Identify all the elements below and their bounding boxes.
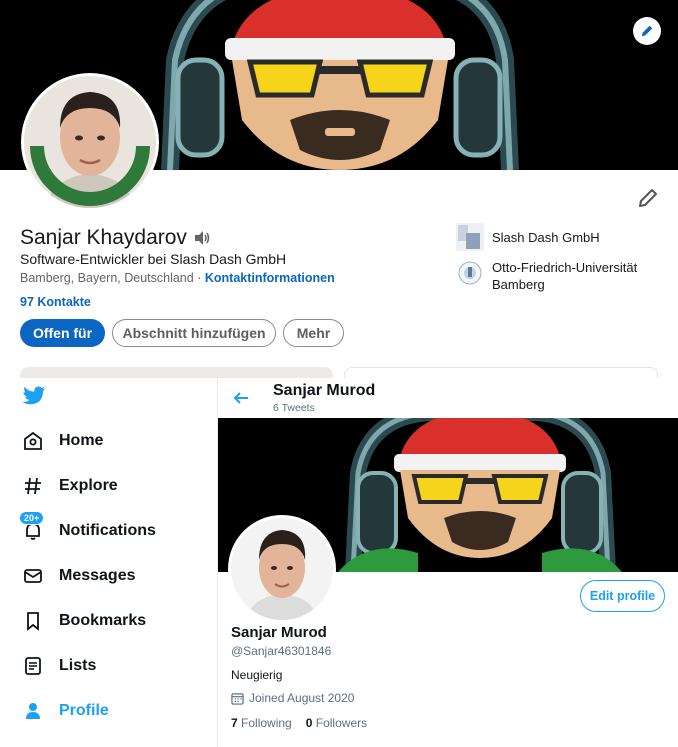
followers-label: Followers (315, 716, 368, 730)
profile-name: Sanjar Khaydarov (20, 226, 187, 249)
avatar-portrait (24, 76, 156, 208)
location-separator: · (197, 271, 202, 285)
nav-bookmarks[interactable]: Bookmarks (22, 610, 146, 632)
list-icon (22, 655, 44, 677)
linkedin-profile-panel: Sanjar Khaydarov Software-Entwickler bei… (0, 0, 678, 378)
followers-link[interactable]: 0 Followers (306, 716, 367, 730)
profile-bio: Neugierig (231, 668, 283, 682)
profile-handle: @Sanjar46301846 (231, 644, 332, 658)
follow-stats: 7 Following 0 Followers (231, 716, 367, 730)
nav-explore[interactable]: Explore (22, 475, 118, 497)
edit-cover-button[interactable] (633, 17, 661, 45)
profile-headline: Software-Entwickler bei Slash Dash GmbH (20, 251, 287, 267)
pencil-icon (641, 25, 653, 37)
following-link[interactable]: 7 Following (231, 716, 292, 730)
profile-display-name: Sanjar Murod (231, 624, 327, 641)
nav-messages[interactable]: Messages (22, 565, 136, 587)
name-pronunciation-speaker-icon[interactable] (193, 230, 211, 246)
edit-intro-pencil-icon[interactable] (636, 186, 660, 210)
nav-notifications-label: Notifications (59, 522, 156, 539)
nav-profile[interactable]: Profile (22, 700, 109, 722)
more-button[interactable]: Mehr (283, 319, 344, 347)
nav-bookmarks-label: Bookmarks (59, 612, 147, 629)
profile-location: Bamberg, Bayern, Deutschland (20, 271, 194, 285)
experience-education[interactable]: Otto-Friedrich-Universität Bamberg (456, 259, 642, 293)
nav-home-label: Home (59, 432, 104, 449)
following-label: Following (241, 716, 292, 730)
calendar-icon (231, 692, 244, 705)
profile-header-bar: Sanjar Murod 6 Tweets (218, 378, 678, 418)
nav-lists-label: Lists (59, 657, 97, 674)
avatar-portrait (231, 518, 333, 620)
back-arrow-icon[interactable] (232, 389, 250, 407)
nav-home[interactable]: Home (22, 430, 103, 452)
person-icon (22, 700, 44, 722)
followers-count: 0 (305, 716, 313, 730)
contacts-link[interactable]: 97 Kontakte (20, 295, 91, 309)
experience-company[interactable]: Slash Dash GmbH (456, 223, 600, 251)
header-tweet-count: 6 Tweets (273, 402, 315, 414)
add-section-button[interactable]: Abschnitt hinzufügen (112, 319, 276, 347)
linkedin-card-right (344, 367, 658, 378)
nav-explore-label: Explore (59, 477, 118, 494)
linkedin-profile-photo[interactable] (21, 73, 159, 211)
linkedin-name-row: Sanjar Khaydarov (20, 226, 211, 250)
nav-lists[interactable]: Lists (22, 655, 96, 677)
twitter-profile-column: Sanjar Murod 6 Tweets Edit profile Sanja… (217, 378, 678, 747)
nav-notifications[interactable]: 20+ Notifications (19, 511, 156, 542)
contact-info-link[interactable]: Kontaktinformationen (205, 271, 335, 285)
joined-date: Joined August 2020 (231, 691, 354, 705)
bell-icon: 20+ (19, 511, 45, 542)
open-to-button[interactable]: Offen für (20, 319, 105, 347)
nav-profile-label: Profile (59, 702, 109, 719)
header-profile-name: Sanjar Murod (273, 382, 376, 399)
company-name: Slash Dash GmbH (492, 229, 600, 245)
location-line: Bamberg, Bayern, Deutschland · Kontaktin… (20, 271, 335, 285)
linkedin-card-left (20, 367, 333, 378)
company-logo-icon (456, 223, 484, 251)
twitter-profile-panel: Home Explore 20+ Notifications Messages … (0, 378, 678, 747)
university-name: Otto-Friedrich-Universität Bamberg (492, 260, 638, 292)
notifications-badge: 20+ (19, 511, 45, 525)
twitter-profile-photo[interactable] (228, 515, 336, 623)
twitter-bird-icon[interactable] (22, 386, 46, 406)
hashtag-icon (22, 475, 44, 497)
envelope-icon (22, 565, 44, 587)
joined-text: Joined August 2020 (249, 691, 355, 705)
nav-messages-label: Messages (59, 567, 136, 584)
bookmark-icon (22, 610, 44, 632)
following-count: 7 (231, 716, 238, 730)
university-seal-icon (458, 261, 482, 285)
home-icon (22, 430, 44, 452)
edit-profile-button[interactable]: Edit profile (580, 580, 665, 612)
